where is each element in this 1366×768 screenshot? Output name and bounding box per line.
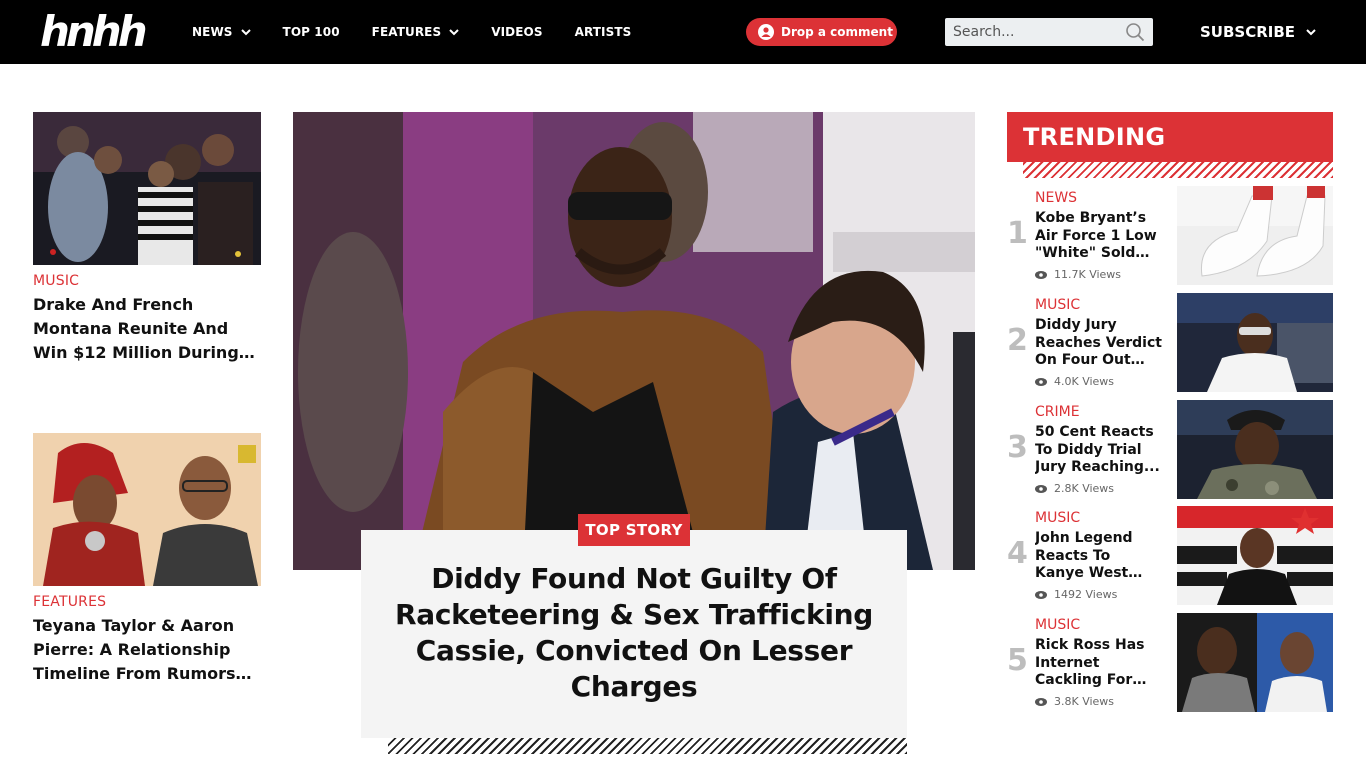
hero-title[interactable]: Diddy Found Not Guilty Of Racketeering &…: [381, 561, 887, 705]
article-thumbnail[interactable]: [33, 433, 261, 586]
nav-features[interactable]: FEATURES: [372, 25, 460, 39]
trending-rank: 1: [1007, 216, 1028, 251]
trending-category[interactable]: MUSIC: [1035, 297, 1080, 313]
trending-stripes-decoration: [1023, 162, 1333, 178]
nav-videos[interactable]: VIDEOS: [491, 25, 542, 39]
site-header: hnhh NEWS TOP 100 FEATURES VIDEOS ARTIST…: [0, 0, 1366, 64]
trending-item[interactable]: 2 MUSIC Diddy Jury Reaches Verdict On Fo…: [1007, 293, 1333, 392]
user-icon: [758, 24, 774, 40]
nav-videos-label: VIDEOS: [491, 25, 543, 39]
nav-features-label: FEATURES: [371, 25, 442, 39]
trending-title[interactable]: John Legend Reacts To Kanye West Saying …: [1035, 530, 1163, 583]
trending-views-count: 1492 Views: [1054, 588, 1118, 601]
trending-views-count: 3.8K Views: [1054, 695, 1115, 708]
trending-views-count: 11.7K Views: [1054, 268, 1122, 281]
top-story-badge: TOP STORY: [578, 514, 690, 546]
trending-title[interactable]: Diddy Jury Reaches Verdict On Four Out O…: [1035, 317, 1163, 370]
chevron-down-icon: [240, 29, 251, 36]
hero-stripes-decoration: [388, 738, 907, 754]
trending-heading: TRENDING: [1007, 112, 1333, 162]
article-thumbnail[interactable]: [33, 112, 261, 265]
trending-views: 11.7K Views: [1035, 268, 1121, 281]
drop-comment-button[interactable]: Drop a comment: [746, 18, 897, 46]
trending-category[interactable]: MUSIC: [1035, 510, 1080, 526]
trending-thumbnail[interactable]: [1177, 186, 1333, 285]
trending-views: 4.0K Views: [1035, 375, 1114, 388]
trending-item[interactable]: 4 MUSIC John Legend Reacts To Kanye West…: [1007, 506, 1333, 605]
trending-thumbnail[interactable]: [1177, 293, 1333, 392]
search-box: [945, 18, 1153, 46]
trending-rank: 2: [1007, 323, 1028, 358]
trending-category[interactable]: MUSIC: [1035, 617, 1080, 633]
search-icon[interactable]: [1125, 22, 1145, 42]
trending-views: 2.8K Views: [1035, 482, 1114, 495]
subscribe-button[interactable]: SUBSCRIBE: [1200, 20, 1317, 44]
eye-icon: [1035, 590, 1047, 599]
drop-comment-label: Drop a comment: [781, 25, 893, 39]
article-category[interactable]: MUSIC: [33, 273, 261, 289]
eye-icon: [1035, 377, 1047, 386]
trending-category[interactable]: NEWS: [1035, 190, 1077, 206]
trending-views: 3.8K Views: [1035, 695, 1114, 708]
trending-views-count: 2.8K Views: [1054, 482, 1115, 495]
nav-top-100-label: TOP 100: [282, 25, 340, 39]
trending-title[interactable]: Kobe Bryant’s Air Force 1 Low "White" So…: [1035, 210, 1163, 263]
trending-views: 1492 Views: [1035, 588, 1117, 601]
article-title[interactable]: Drake And French Montana Reunite And Win…: [33, 293, 261, 365]
nav-artists[interactable]: ARTISTS: [575, 25, 632, 39]
eye-icon: [1035, 484, 1047, 493]
chevron-down-icon: [1306, 29, 1316, 36]
article-card[interactable]: FEATURES Teyana Taylor & Aaron Pierre: A…: [33, 433, 261, 686]
article-card[interactable]: MUSIC Drake And French Montana Reunite A…: [33, 112, 261, 365]
trending-views-count: 4.0K Views: [1054, 375, 1115, 388]
trending-rank: 3: [1007, 430, 1028, 465]
trending-category[interactable]: CRIME: [1035, 404, 1080, 420]
trending-title[interactable]: Rick Ross Has Internet Cackling For This…: [1035, 637, 1163, 690]
nav-artists-label: ARTISTS: [574, 25, 632, 39]
nav-top-100[interactable]: TOP 100: [283, 25, 340, 39]
article-category[interactable]: FEATURES: [33, 594, 261, 610]
trending-rank: 5: [1007, 643, 1028, 678]
chevron-down-icon: [449, 29, 459, 36]
trending-title[interactable]: 50 Cent Reacts To Diddy Trial Jury Reach…: [1035, 424, 1163, 477]
trending-rank: 4: [1007, 536, 1028, 571]
trending-item[interactable]: 3 CRIME 50 Cent Reacts To Diddy Trial Ju…: [1007, 400, 1333, 499]
eye-icon: [1035, 697, 1047, 706]
trending-thumbnail[interactable]: [1177, 506, 1333, 605]
hero-image[interactable]: [293, 112, 975, 570]
site-logo[interactable]: hnhh: [40, 10, 148, 54]
subscribe-label: SUBSCRIBE: [1200, 23, 1296, 41]
main-nav: NEWS TOP 100 FEATURES VIDEOS ARTISTS: [192, 0, 663, 64]
nav-news-label: NEWS: [192, 25, 233, 39]
trending-thumbnail[interactable]: [1177, 400, 1333, 499]
trending-thumbnail[interactable]: [1177, 613, 1333, 712]
eye-icon: [1035, 270, 1047, 279]
trending-item[interactable]: 5 MUSIC Rick Ross Has Internet Cackling …: [1007, 613, 1333, 712]
trending-item[interactable]: 1 NEWS Kobe Bryant’s Air Force 1 Low "Wh…: [1007, 186, 1333, 285]
search-input[interactable]: [945, 18, 1115, 46]
article-title[interactable]: Teyana Taylor & Aaron Pierre: A Relation…: [33, 614, 261, 686]
nav-news[interactable]: NEWS: [192, 25, 251, 39]
